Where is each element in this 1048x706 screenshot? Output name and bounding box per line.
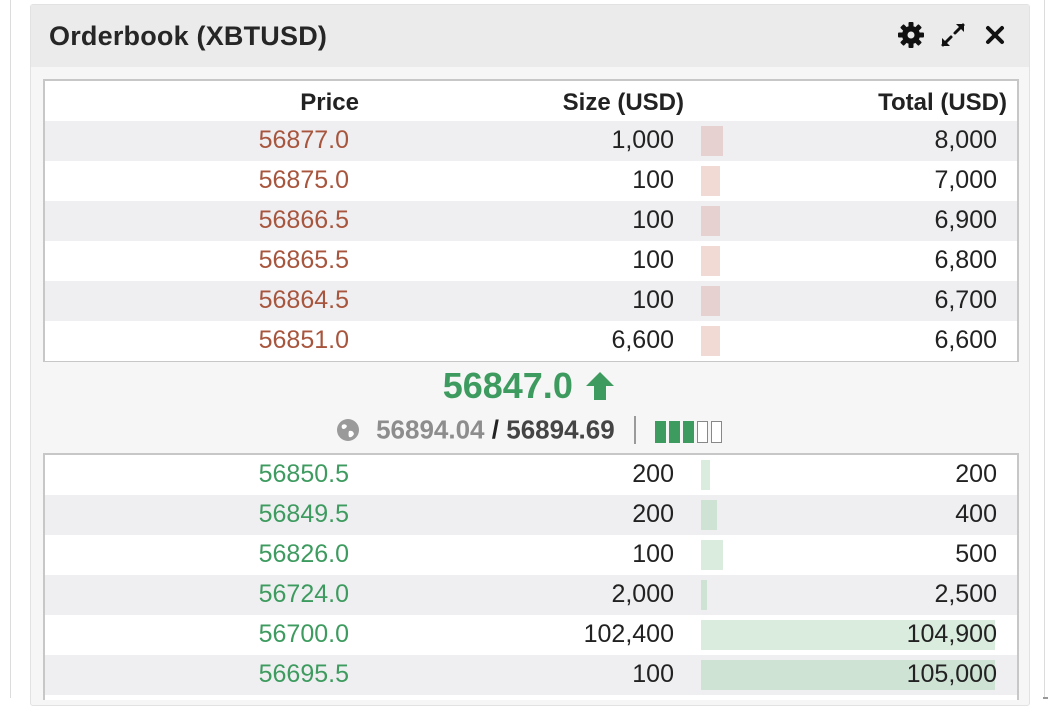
table-header: Price Size (USD) Total (USD) bbox=[45, 81, 1017, 121]
bid-row[interactable]: 56850.5 200 200 bbox=[45, 455, 1017, 495]
ask-row[interactable]: 56864.5 100 6,700 bbox=[45, 281, 1017, 321]
size-cell: 102,400 bbox=[583, 620, 674, 648]
total-cell: 104,900 bbox=[906, 620, 997, 648]
left-border bbox=[10, 0, 11, 698]
price-cell[interactable]: 56877.0 bbox=[259, 126, 349, 155]
size-cell: 100 bbox=[632, 540, 674, 568]
panel-header[interactable]: Orderbook (XBTUSD) bbox=[31, 5, 1029, 67]
bid-row[interactable]: 56724.0 2,000 2,500 bbox=[45, 575, 1017, 615]
depth-bar bbox=[701, 246, 720, 276]
bid-row[interactable]: 56700.0 102,400 104,900 bbox=[45, 615, 1017, 655]
price-cell[interactable]: 56851.0 bbox=[259, 326, 349, 355]
price-cell[interactable]: 56826.0 bbox=[259, 540, 349, 569]
total-cell: 6,900 bbox=[934, 206, 997, 234]
ask-row[interactable]: 56877.0 1,000 8,000 bbox=[45, 121, 1017, 161]
bids-rows: 56850.5 200 200 56849.5 200 400 56826.0 100 500 5… bbox=[45, 455, 1017, 695]
size-cell: 100 bbox=[632, 206, 674, 234]
depth-bar bbox=[701, 126, 723, 156]
size-cell: 200 bbox=[632, 460, 674, 488]
depth-bar bbox=[701, 286, 720, 316]
total-cell: 8,000 bbox=[934, 126, 997, 154]
panel-title: Orderbook (XBTUSD) bbox=[49, 21, 328, 51]
liquidity-bar bbox=[711, 420, 723, 443]
depth-bar bbox=[701, 500, 717, 530]
asks-table: Price Size (USD) Total (USD) 56877.0 1,00… bbox=[43, 79, 1019, 362]
price-cell[interactable]: 56875.0 bbox=[259, 166, 349, 195]
depth-bar bbox=[701, 166, 720, 196]
ask-row[interactable]: 56866.5 100 6,900 bbox=[45, 201, 1017, 241]
size-cell: 100 bbox=[632, 166, 674, 194]
orderbook-panel: Orderbook (XBTUSD) Price Size (USD) Tota… bbox=[30, 4, 1048, 706]
size-cell: 100 bbox=[632, 660, 674, 688]
last-price: 56847.0 bbox=[31, 365, 1029, 409]
last-price-value: 56847.0 bbox=[442, 365, 573, 406]
index-price[interactable]: 56894.69 bbox=[506, 415, 614, 445]
total-cell: 105,000 bbox=[906, 660, 997, 688]
price-cell[interactable]: 56865.5 bbox=[259, 246, 349, 275]
total-cell: 400 bbox=[955, 500, 997, 528]
bids-table: 56850.5 200 200 56849.5 200 400 56826.0 100 500 5… bbox=[43, 453, 1019, 700]
size-cell: 200 bbox=[632, 500, 674, 528]
ask-row[interactable]: 56875.0 100 7,000 bbox=[45, 161, 1017, 201]
ask-row[interactable]: 56865.5 100 6,800 bbox=[45, 241, 1017, 281]
total-cell: 6,600 bbox=[934, 326, 997, 354]
bid-row[interactable]: 56849.5 200 400 bbox=[45, 495, 1017, 535]
liquidity-bar bbox=[683, 420, 695, 443]
index-price-line: 56894.04 / 56894.69 bbox=[31, 413, 1029, 447]
total-column-header[interactable]: Total (USD) bbox=[878, 89, 1007, 117]
ask-row[interactable]: 56851.0 6,600 6,600 bbox=[45, 321, 1017, 361]
liquidity-indicator bbox=[655, 415, 725, 446]
depth-bar bbox=[701, 326, 720, 356]
total-cell: 7,000 bbox=[934, 166, 997, 194]
size-cell: 100 bbox=[632, 286, 674, 314]
price-cell[interactable]: 56724.0 bbox=[259, 580, 349, 609]
total-cell: 6,800 bbox=[934, 246, 997, 274]
divider bbox=[633, 416, 636, 445]
asks-rows: 56877.0 1,000 8,000 56875.0 100 7,000 56866.5 1… bbox=[45, 121, 1017, 361]
liquidity-bar bbox=[669, 420, 681, 443]
price-cell[interactable]: 56695.5 bbox=[259, 660, 349, 689]
expand-icon[interactable] bbox=[937, 19, 969, 51]
depth-bar bbox=[701, 580, 707, 610]
total-cell: 200 bbox=[955, 460, 997, 488]
price-cell[interactable]: 56866.5 bbox=[259, 206, 349, 235]
size-cell: 1,000 bbox=[611, 126, 674, 154]
globe-icon bbox=[335, 417, 361, 443]
price-column-header[interactable]: Price bbox=[300, 89, 359, 117]
depth-bar bbox=[701, 206, 720, 236]
bid-row[interactable]: 56826.0 100 500 bbox=[45, 535, 1017, 575]
resize-handle[interactable] bbox=[1043, 687, 1048, 699]
right-border bbox=[1044, 0, 1045, 698]
depth-bar bbox=[701, 540, 723, 570]
bid-row[interactable]: 56695.5 100 105,000 bbox=[45, 655, 1017, 695]
size-cell: 6,600 bbox=[611, 326, 674, 354]
size-column-header[interactable]: Size (USD) bbox=[563, 89, 684, 117]
price-cell[interactable]: 56700.0 bbox=[259, 620, 349, 649]
total-cell: 500 bbox=[955, 540, 997, 568]
price-separator: / bbox=[491, 414, 499, 445]
liquidity-bar bbox=[697, 420, 709, 443]
size-cell: 100 bbox=[632, 246, 674, 274]
liquidity-bar bbox=[655, 420, 667, 443]
total-cell: 6,700 bbox=[934, 286, 997, 314]
gear-icon[interactable] bbox=[895, 19, 927, 51]
price-cell[interactable]: 56864.5 bbox=[259, 286, 349, 315]
price-cell[interactable]: 56849.5 bbox=[259, 500, 349, 529]
arrow-up-icon bbox=[583, 369, 617, 403]
size-cell: 2,000 bbox=[611, 580, 674, 608]
total-cell: 2,500 bbox=[934, 580, 997, 608]
mark-price[interactable]: 56894.04 bbox=[376, 415, 484, 445]
price-cell[interactable]: 56850.5 bbox=[259, 460, 349, 489]
close-icon[interactable] bbox=[979, 19, 1011, 51]
depth-bar bbox=[701, 460, 710, 490]
